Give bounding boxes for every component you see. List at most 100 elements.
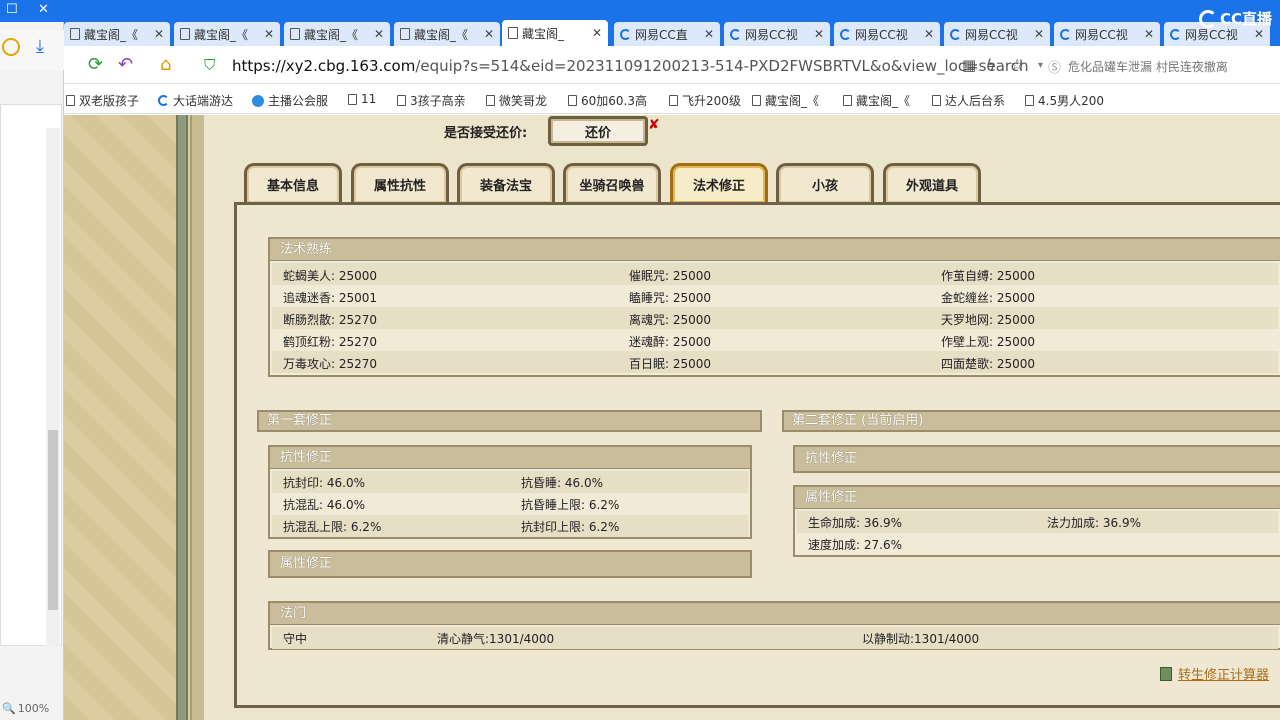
browser-tab[interactable]: 网易CC视 ✕ [724, 22, 830, 46]
game-tab[interactable]: 属性抗性 [351, 163, 449, 203]
browser-tab[interactable]: 藏宝阁_《 ✕ [174, 22, 280, 46]
close-icon[interactable]: ✕ [1254, 27, 1264, 41]
bookmark-item[interactable]: 双老版孩子 [66, 92, 139, 109]
close-icon[interactable]: ✕ [374, 27, 384, 41]
game-tab[interactable]: 法术修正 [670, 163, 768, 203]
close-icon[interactable]: ✕ [264, 27, 274, 41]
doc-icon [752, 95, 761, 106]
news-s-icon: Ⓢ [1048, 61, 1062, 76]
bookmark-label: 双老版孩子 [79, 94, 140, 108]
browser-tab-title: 藏宝阁_《 [84, 27, 139, 42]
close-icon[interactable]: ✕ [814, 27, 824, 41]
close-x-icon[interactable]: ✘ [648, 117, 660, 133]
browser-tab[interactable]: 网易CC视 ✕ [834, 22, 940, 46]
doc-icon [66, 95, 75, 106]
bookmark-item[interactable]: 主播公会服 [252, 92, 328, 109]
cc-icon [158, 95, 169, 106]
browser-tab-title: 网易CC视 [965, 27, 1018, 42]
browser-tab-title: 藏宝阁_《 [414, 27, 469, 42]
browser-tab-title: 藏宝阁_ [522, 26, 565, 41]
cc-logo-text: CC直播 [1219, 10, 1272, 28]
news-headline[interactable]: 危化品罐车泄漏 村民连夜撤离 [1068, 58, 1228, 75]
bookmark-label: 藏宝阁_《 [856, 94, 911, 108]
bookmark-label: 飞升200级 [682, 94, 741, 108]
doc-icon [508, 27, 518, 39]
url-path: /equip?s=514&eid=202311091200213-514-PXD… [415, 57, 1029, 75]
game-tab[interactable]: 坐骑召唤兽 [563, 163, 661, 203]
game-tab[interactable]: 小孩 [776, 163, 874, 203]
decorative-stripe [176, 115, 188, 720]
cc-icon [1060, 28, 1071, 40]
browser-tab[interactable]: 网易CC视 ✕ [1054, 22, 1160, 46]
home-icon[interactable]: ⌂ [160, 54, 171, 75]
bookmark-item[interactable]: 藏宝阁_《 [843, 92, 910, 109]
close-icon[interactable]: ✕ [924, 27, 934, 41]
cc-icon [950, 28, 961, 40]
bookmark-item[interactable]: 11 [348, 92, 376, 106]
refresh-icon[interactable]: ⟳ [88, 54, 103, 75]
set2-resist-title: 抗性修正 [793, 445, 1280, 473]
resist-value: 抗封印上限: 6.2% [521, 520, 620, 534]
close-icon[interactable]: ✕ [154, 27, 164, 41]
zoom-icon: 🔍 [2, 702, 16, 715]
bookmark-item[interactable]: 3孩子高亲 [397, 92, 466, 109]
restore-icon[interactable]: ☐ [6, 2, 18, 17]
counter-offer-button[interactable]: 还价 [548, 116, 648, 146]
bookmark-item[interactable]: 达人后台系 [932, 92, 1005, 109]
game-tab[interactable]: 装备法宝 [457, 163, 555, 203]
skill-value: 金蛇缠丝: 25000 [941, 291, 1036, 305]
fame-title: 法门 [270, 603, 1280, 625]
skill-value: 作茧自缚: 25000 [941, 269, 1036, 283]
browser-tab-title: 藏宝阁_《 [194, 27, 249, 42]
game-tab[interactable]: 外观道具 [883, 163, 981, 203]
browser-tab[interactable]: 藏宝阁_ ✕ [502, 20, 608, 46]
browser-tab[interactable]: 藏宝阁_《 ✕ [284, 22, 390, 46]
bookmark-label: 主播公会服 [268, 94, 329, 108]
smile-icon[interactable] [2, 38, 20, 56]
browser-tab[interactable]: 网易CC视 ✕ [944, 22, 1050, 46]
skill-value: 迷魂醉: 25000 [629, 335, 712, 349]
skill-value: 追魂迷香: 25001 [283, 291, 378, 305]
browser-tab[interactable]: 藏宝阁_《 ✕ [394, 22, 500, 46]
browser-tab[interactable]: 网易CC直 ✕ [614, 22, 720, 46]
zoom-indicator[interactable]: 🔍 100% [2, 702, 49, 715]
bookmark-label: 达人后台系 [945, 94, 1006, 108]
face-icon [252, 94, 264, 107]
close-icon[interactable]: ✕ [38, 2, 49, 17]
cc-live-logo: CC直播 [1198, 8, 1272, 29]
undo-icon[interactable]: ↶ [118, 54, 133, 75]
skill-value: 作壁上观: 25000 [941, 335, 1036, 349]
download-icon[interactable]: ⤓ [36, 36, 44, 57]
bookmark-item[interactable]: 60加60.3高 [568, 92, 647, 109]
bookmark-item[interactable]: 飞升200级 [669, 92, 741, 109]
close-icon[interactable]: ✕ [592, 26, 602, 40]
resist-value: 抗封印: 46.0% [283, 476, 365, 490]
chevron-down-icon[interactable]: ▾ [1038, 60, 1043, 71]
address-url[interactable]: https://xy2.cbg.163.com/equip?s=514&eid=… [232, 57, 1029, 75]
attr-value: 法力加成: 36.9% [1047, 516, 1141, 530]
set1-attr-title: 属性修正 [268, 550, 752, 578]
close-icon[interactable]: ✕ [1144, 27, 1154, 41]
close-icon[interactable]: ✕ [704, 27, 714, 41]
bookmark-item[interactable]: 藏宝阁_《 [752, 92, 819, 109]
decorative-stripe-2 [190, 115, 204, 720]
game-tab[interactable]: 基本信息 [244, 163, 342, 203]
bookmark-label: 大话端游达 [173, 94, 234, 108]
close-icon[interactable]: ✕ [1034, 27, 1044, 41]
skill-value: 四面楚歌: 25000 [941, 357, 1036, 371]
doc-icon [932, 95, 941, 106]
skill-value: 断肠烈散: 25270 [283, 313, 378, 327]
bookmark-label: 4.5男人200 [1038, 94, 1104, 108]
calculator-icon [1160, 666, 1172, 681]
bookmark-item[interactable]: 大话端游达 [158, 92, 233, 109]
bookmark-item[interactable]: 4.5男人200 [1025, 92, 1104, 109]
close-icon[interactable]: ✕ [484, 27, 494, 41]
scrollbar-thumb[interactable] [48, 430, 58, 610]
cc-icon [1170, 28, 1181, 40]
secure-shield-icon: ⛉ [204, 56, 216, 74]
doc-icon [843, 95, 852, 106]
bookmark-item[interactable]: 微笑哥龙 [486, 92, 547, 109]
rebirth-calculator-link[interactable]: 转生修正计算器 [1160, 664, 1269, 683]
browser-tab-title: 网易CC视 [1075, 27, 1128, 42]
browser-tab[interactable]: 藏宝阁_《 ✕ [64, 22, 170, 46]
